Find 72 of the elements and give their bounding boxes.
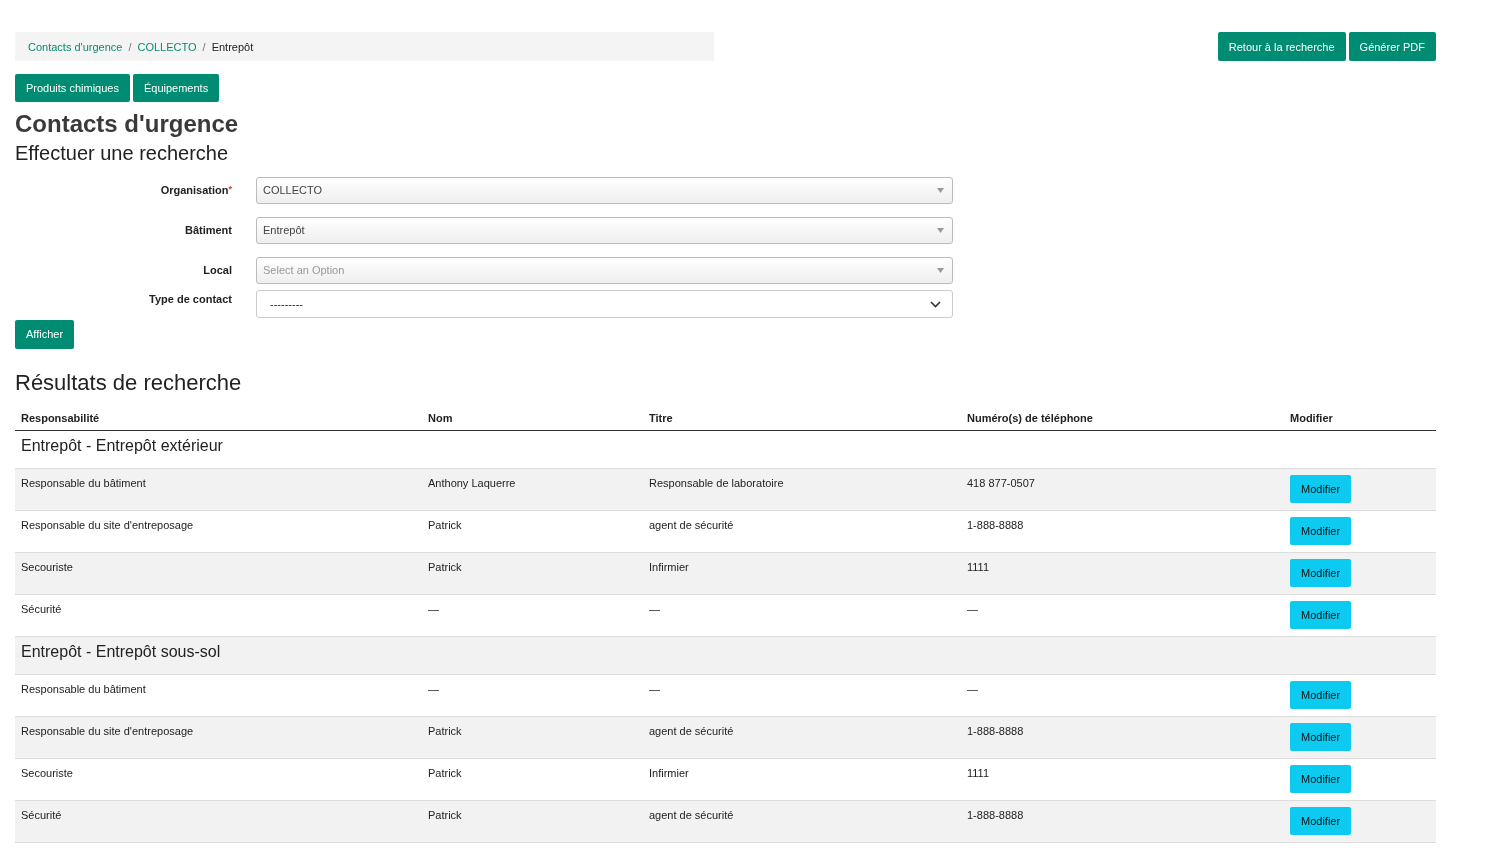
table-cell: Sécurité [21, 602, 62, 615]
table-cell: Responsable du bâtiment [21, 682, 146, 695]
group-heading: Entrepôt - Entrepôt sous-sol [21, 642, 221, 660]
field-label: Bâtiment [183, 224, 233, 236]
column-header: Modifier [1284, 402, 1436, 430]
required-mark: * [228, 184, 232, 194]
field-label: Type de contact [148, 292, 233, 305]
table-cell: 1-888-8888 [967, 808, 1024, 821]
table-cell: agent de sécurité [649, 518, 734, 531]
action-button[interactable]: Retour à la recherche [1217, 32, 1346, 61]
table-cell: Infirmier [649, 560, 689, 573]
breadcrumb-link[interactable]: Contacts d'urgence [28, 40, 123, 53]
edit-button[interactable]: Modifier [1290, 764, 1352, 793]
table-cell: agent de sécurité [649, 808, 734, 821]
table-cell: 1111 [967, 766, 990, 779]
table-cell: Patrick [428, 766, 462, 779]
select-field[interactable]: COLLECTO [256, 176, 953, 204]
table-cell: 1-888-8888 [967, 724, 1024, 737]
table-cell: Secouriste [21, 560, 73, 573]
dropdown-arrow-icon [937, 187, 944, 193]
table-cell: — [428, 682, 439, 695]
table-cell: Sécurité [21, 808, 62, 821]
table-cell: Patrick [428, 560, 462, 573]
submit-button[interactable]: Afficher [15, 319, 75, 349]
edit-button[interactable]: Modifier [1290, 722, 1352, 751]
page-title: Contacts d'urgence [15, 110, 240, 138]
nav-button[interactable]: Produits chimiques [15, 74, 130, 102]
edit-button[interactable]: Modifier [1290, 806, 1352, 835]
table-cell: Responsable du site d'entreposage [21, 518, 194, 531]
table-cell: — [967, 602, 978, 615]
group-heading: Entrepôt - Entrepôt extérieur [21, 436, 223, 454]
select-field[interactable]: Entrepôt [256, 216, 953, 244]
edit-button[interactable]: Modifier [1290, 680, 1352, 709]
chevron-down-icon [930, 300, 941, 308]
breadcrumb-link[interactable]: COLLECTO [137, 40, 197, 53]
table-cell: — [649, 682, 660, 695]
table-cell: Patrick [428, 518, 462, 531]
table-cell: 1-888-8888 [967, 518, 1024, 531]
edit-button[interactable]: Modifier [1290, 474, 1352, 503]
table-cell: Patrick [428, 724, 462, 737]
table-cell: Patrick [428, 808, 462, 821]
table-cell: Secouriste [21, 766, 73, 779]
table-cell: 418 877-0507 [967, 476, 1035, 489]
table-cell: Anthony Laquerre [428, 476, 516, 489]
dropdown-arrow-icon [937, 227, 944, 233]
table-cell: — [967, 682, 978, 695]
nav-button[interactable]: Équipements [132, 74, 220, 102]
select-field[interactable]: --------- [256, 290, 953, 318]
edit-button[interactable]: Modifier [1290, 558, 1352, 587]
table-cell: — [428, 602, 439, 615]
table-cell: — [649, 602, 660, 615]
table-cell: agent de sécurité [649, 724, 734, 737]
breadcrumb-separator: / [202, 40, 206, 53]
table-cell: Responsable du bâtiment [21, 476, 146, 489]
field-label: Local [202, 264, 233, 276]
field-label: Organisation* [159, 184, 233, 196]
column-header: Nom [422, 402, 643, 430]
section-subtitle: Effectuer une recherche [15, 141, 230, 165]
table-cell: 1111 [967, 560, 990, 573]
column-header: Titre [643, 402, 961, 430]
column-header: Numéro(s) de téléphone [961, 402, 1284, 430]
action-button[interactable]: Générer PDF [1348, 32, 1436, 61]
results-title: Résultats de recherche [15, 370, 243, 395]
breadcrumb-separator: / [128, 40, 132, 53]
edit-button[interactable]: Modifier [1290, 600, 1352, 629]
table-cell: Responsable de laboratoire [649, 476, 784, 489]
dropdown-arrow-icon [937, 267, 944, 273]
column-header: Responsabilité [15, 402, 422, 430]
table-cell: Responsable du site d'entreposage [21, 724, 194, 737]
table-cell: Infirmier [649, 766, 689, 779]
breadcrumb-current: Entrepôt [211, 40, 254, 53]
edit-button[interactable]: Modifier [1290, 516, 1352, 545]
